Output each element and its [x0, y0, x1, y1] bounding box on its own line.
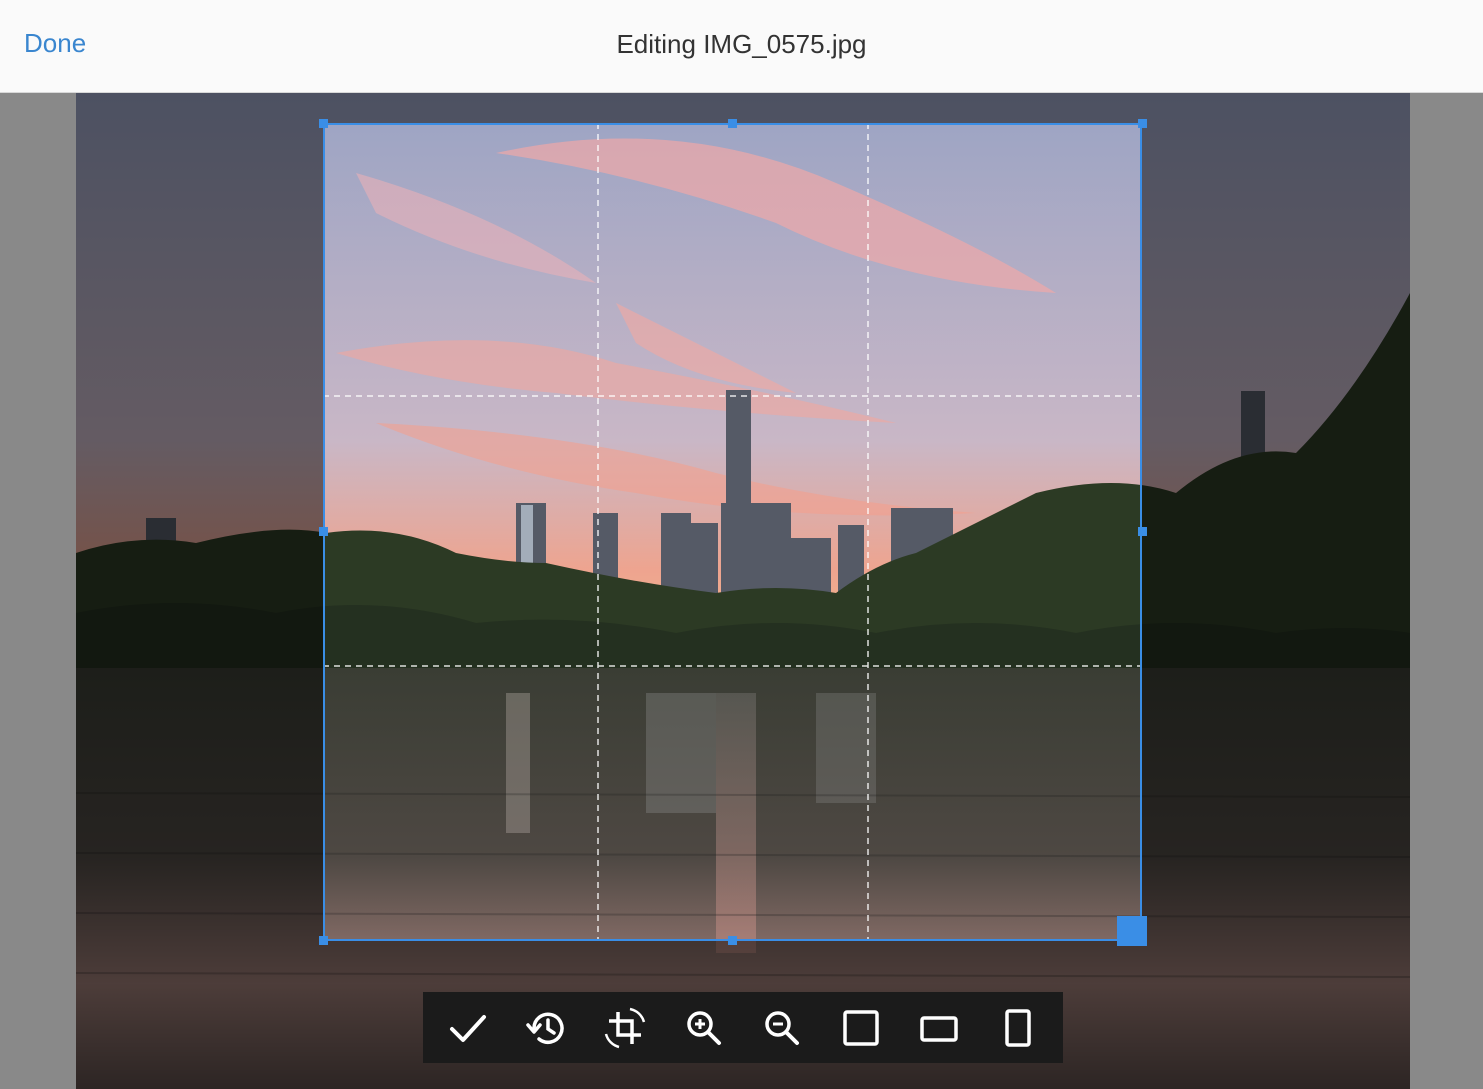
reset-button[interactable] — [519, 1000, 575, 1056]
history-icon — [526, 1012, 564, 1044]
zoom-out-icon — [765, 1010, 800, 1045]
crop-resize-handle[interactable] — [1117, 916, 1147, 946]
crop-frame[interactable] — [323, 123, 1142, 941]
crop-handle-top[interactable] — [728, 119, 737, 128]
landscape-icon — [920, 1015, 958, 1042]
aspect-landscape-button[interactable] — [911, 1000, 967, 1056]
confirm-button[interactable] — [440, 1000, 496, 1056]
zoom-out-button[interactable] — [754, 1000, 810, 1056]
aspect-square-button[interactable] — [833, 1000, 889, 1056]
crop-handle-top-right[interactable] — [1138, 119, 1147, 128]
aspect-portrait-button[interactable] — [990, 1000, 1046, 1056]
check-icon — [450, 1014, 487, 1042]
editor-stage — [0, 93, 1483, 1089]
crop-handle-right[interactable] — [1138, 527, 1147, 536]
crop-handle-bottom-left[interactable] — [319, 936, 328, 945]
top-bar: Done Editing IMG_0575.jpg — [0, 0, 1483, 93]
rotate-button[interactable] — [597, 1000, 653, 1056]
edit-toolbar — [423, 992, 1063, 1063]
crop-handle-top-left[interactable] — [319, 119, 328, 128]
page-title: Editing IMG_0575.jpg — [616, 29, 867, 59]
crop-handle-left[interactable] — [319, 527, 328, 536]
zoom-in-button[interactable] — [676, 1000, 732, 1056]
square-icon — [843, 1009, 879, 1046]
crop-rotate-icon — [605, 1007, 646, 1048]
crop-handle-bottom[interactable] — [728, 936, 737, 945]
zoom-in-icon — [687, 1010, 721, 1045]
portrait-icon — [1005, 1008, 1031, 1047]
